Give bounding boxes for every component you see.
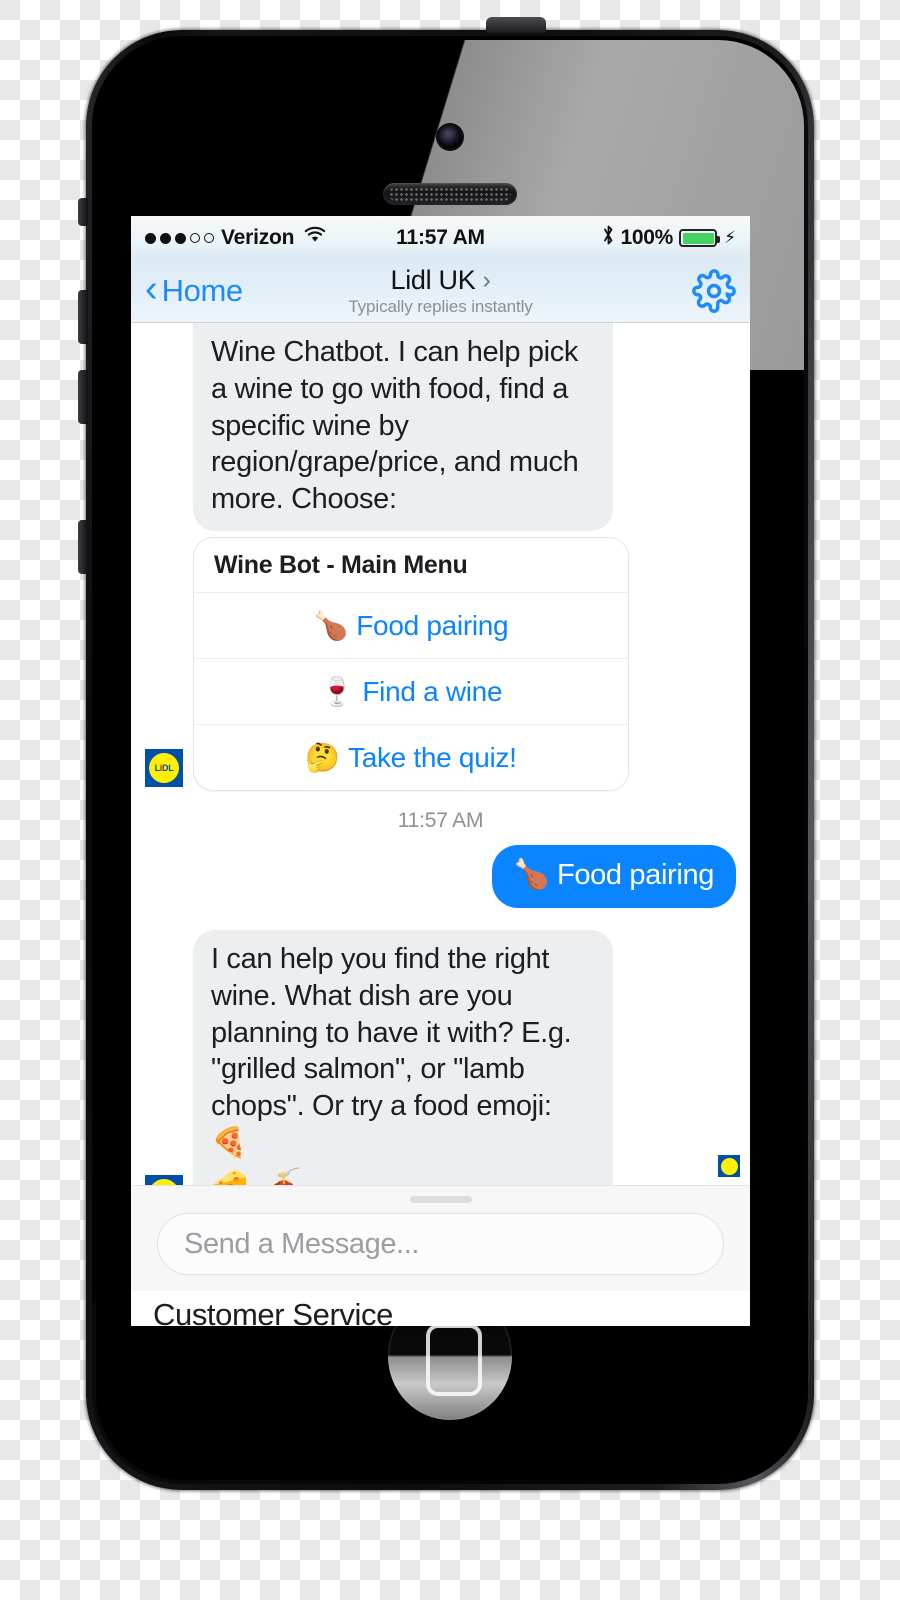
wine-glass-emoji: 🍷 [319,676,355,708]
user-reply-text: Food pairing [556,859,714,892]
conversation-title-text: Lidl UK [390,265,476,295]
lidl-logo-icon-small [720,1157,738,1175]
seen-indicator-avatar [718,1155,740,1177]
thinking-face-emoji: 🤔 [305,742,340,774]
poultry-leg-emoji: 🍗 [313,610,349,642]
persistent-menu-label: Customer Service [153,1297,393,1326]
food-emoji-suggestions[interactable]: 🧀 🍝 [211,1166,595,1185]
back-label: Home [161,273,243,308]
conversation-title[interactable]: Lidl UK › [391,265,491,296]
chat-nav-bar: ‹ Home Lidl UK › Typically replies insta… [131,260,750,323]
silent-switch[interactable] [78,198,88,226]
status-bar: Verizon 11:57 AM 100% ⚡ [131,216,750,260]
composer-input-wrap [131,1213,750,1291]
carrier-label: Verizon [221,226,295,249]
status-bar-left: Verizon [145,226,327,250]
front-camera-icon [438,125,462,149]
status-bar-right: 100% ⚡ [602,224,736,252]
volume-up-button[interactable] [78,290,88,344]
wine-bot-menu-card: Wine Bot - Main Menu 🍗 Food pairing 🍷 Find… [193,537,629,792]
message-timestamp: 11:57 AM [397,809,484,833]
card-button-label: Find a wine [362,676,503,708]
message-row-outgoing: 🍗 Food pairing [131,845,750,908]
drag-handle[interactable] [409,1196,472,1203]
card-button-find-a-wine[interactable]: 🍷 Find a wine [194,658,628,724]
persistent-menu-item-customer-service[interactable]: Customer Service [131,1291,750,1326]
avatar: LiDL [145,1175,183,1185]
card-button-food-pairing[interactable]: 🍗 Food pairing [194,592,628,658]
message-row-incoming: Wine Chatbot. I can help pick a wine to … [131,323,750,532]
back-to-home-button[interactable]: ‹ Home [145,267,243,310]
card-title: Wine Bot - Main Menu [214,551,468,580]
phone-screen: Verizon 11:57 AM 100% ⚡ ‹ Home Lidl UK ›… [131,216,750,1326]
message-input[interactable] [157,1213,724,1275]
bot-prompt-text: I can help you find the right wine. What… [211,942,572,1160]
avatar: LiDL [145,749,183,788]
gear-icon [692,269,736,313]
message-row-incoming: LiDL I can help you find the right wine.… [131,929,750,1185]
avatar-spacer [145,489,183,527]
battery-icon [679,229,721,247]
battery-percent-label: 100% [620,226,674,249]
chevron-left-icon: ‹ [145,267,158,310]
volume-down-button[interactable] [78,370,88,424]
charging-bolt-icon: ⚡ [724,228,736,247]
poultry-leg-emoji: 🍗 [513,859,550,892]
home-button-square-icon [426,1324,482,1396]
lidl-logo-text: LiDL [154,762,174,773]
power-button[interactable] [486,17,546,33]
chevron-right-icon: › [482,266,491,294]
bluetooth-icon [602,224,615,252]
earpiece-speaker [383,183,517,205]
user-reply-bubble: 🍗 Food pairing [491,845,736,908]
card-button-take-the-quiz[interactable]: 🤔 Take the quiz! [194,724,628,790]
message-row-menu-card: LiDL Wine Bot - Main Menu 🍗 Food pairing … [131,537,750,792]
bot-intro-bubble: Wine Chatbot. I can help pick a wine to … [193,323,613,532]
card-button-label: Take the quiz! [348,742,517,774]
side-button-extra[interactable] [78,520,88,574]
bot-prompt-bubble: I can help you find the right wine. What… [193,929,613,1185]
signal-strength-icon [145,232,214,244]
card-button-label: Food pairing [356,610,509,642]
message-thread[interactable]: Wine Chatbot. I can help pick a wine to … [131,323,750,1185]
settings-gear-button[interactable] [692,269,736,313]
wifi-icon [303,226,327,250]
lidl-logo-icon: LiDL [149,753,179,784]
message-composer [131,1185,750,1291]
